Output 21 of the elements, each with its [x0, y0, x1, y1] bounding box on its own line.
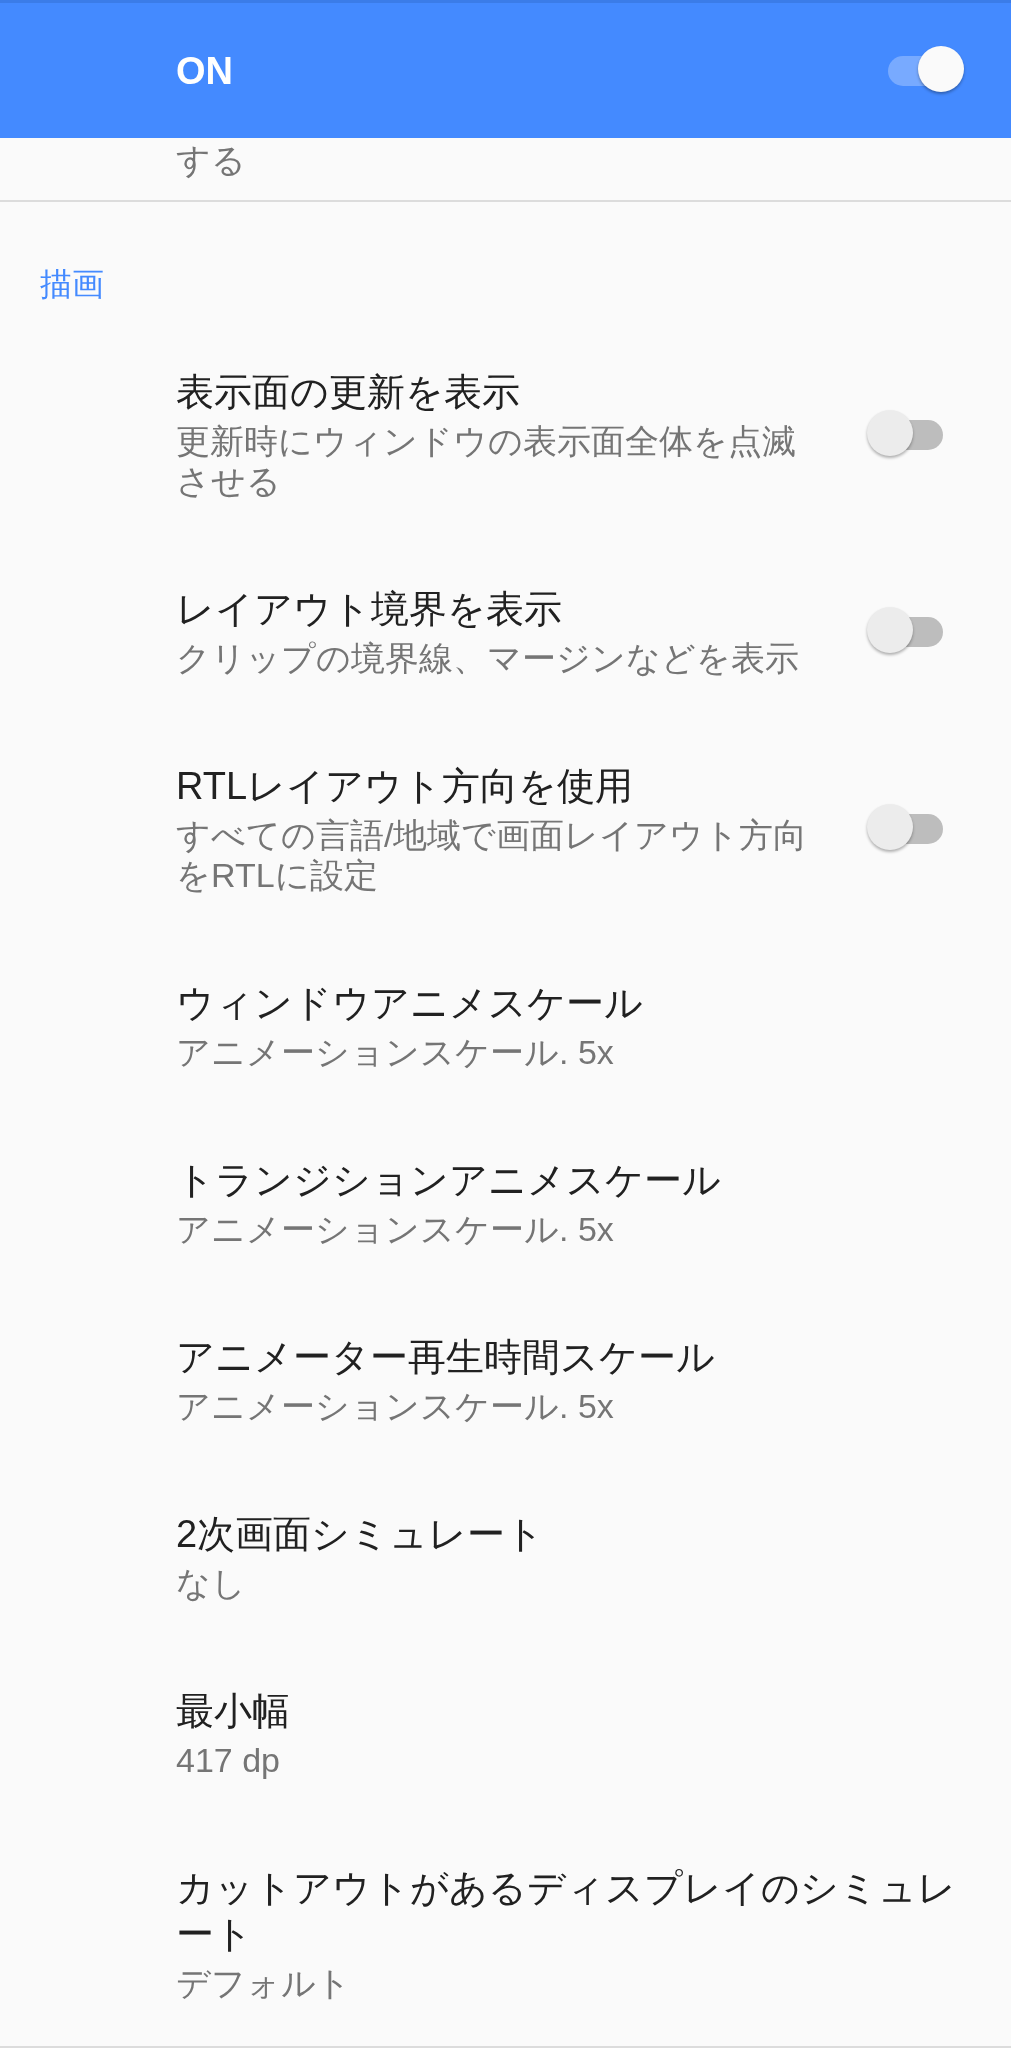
setting-title: アニメーター再生時間スケール [176, 1335, 716, 1380]
setting-title: 表示面の更新を表示 [176, 370, 521, 415]
setting-title: 最小幅 [176, 1689, 291, 1734]
setting-title: トランジションアニメスケール [176, 1158, 722, 1203]
setting-title: 2次画面シミュレート [176, 1512, 546, 1557]
setting-summary: クリップの境界線、マージンなどを表示 [176, 638, 800, 678]
setting-summary: なし [176, 1563, 247, 1603]
setting-summary: すべての言語/地域で画面レイアウト方向をRTLに設定 [176, 815, 809, 895]
switch-label: ON [176, 48, 233, 94]
setting-summary: アニメーションスケール. 5x [176, 1386, 615, 1426]
setting-title: レイアウト境界を表示 [176, 587, 563, 632]
setting-title: カットアウトがあるディスプレイのシミュレート [176, 1866, 957, 1957]
setting-summary: 417 dp [176, 1740, 281, 1780]
section-header: 描画 [40, 265, 104, 304]
setting-summary: する [176, 140, 246, 180]
setting-summary: アニメーションスケール. 5x [176, 1032, 615, 1072]
setting-summary: デフォルト [176, 1963, 352, 2003]
setting-title: RTLレイアウト方向を使用 [176, 764, 635, 809]
setting-summary: アニメーションスケール. 5x [176, 1209, 615, 1249]
setting-title: ウィンドウアニメスケール [176, 981, 644, 1026]
setting-summary: 更新時にウィンドウの表示面全体を点滅させる [176, 421, 797, 501]
